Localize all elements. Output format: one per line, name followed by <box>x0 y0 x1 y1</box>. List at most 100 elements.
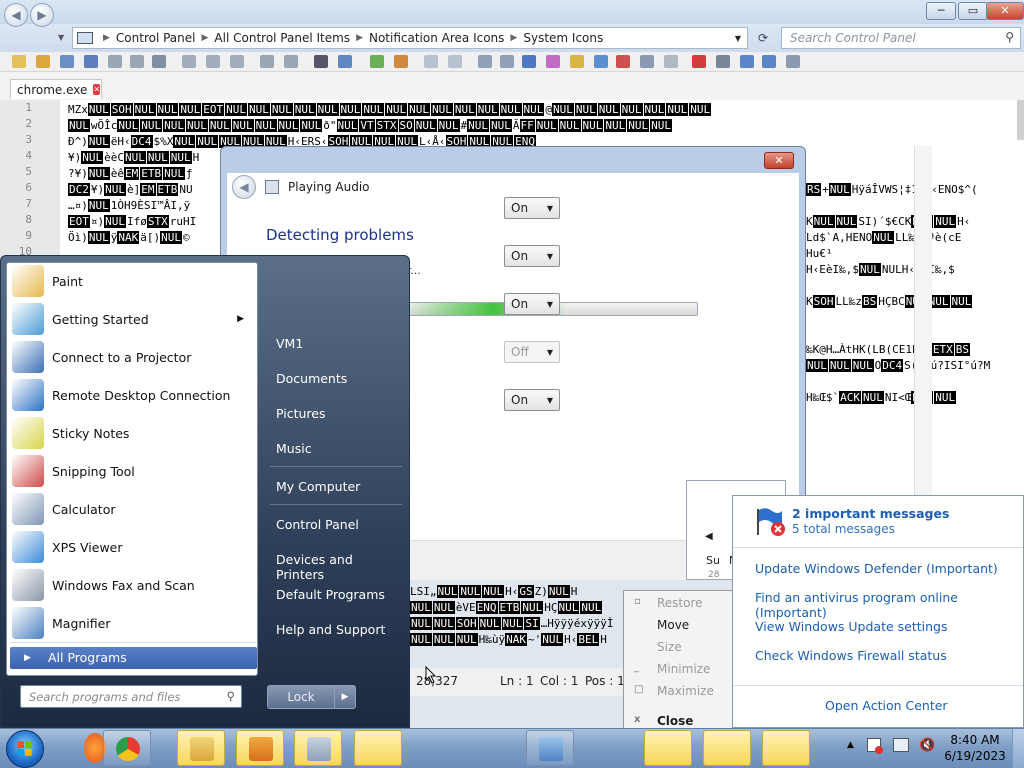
all-chars-icon[interactable] <box>500 55 514 68</box>
eye-icon[interactable] <box>664 55 678 68</box>
replace-icon[interactable] <box>338 55 352 68</box>
troubleshooter-back-icon[interactable]: ◀ <box>232 175 256 199</box>
action-center-link[interactable]: Check Windows Firewall status <box>755 648 947 663</box>
refresh-icon[interactable]: ⟳ <box>752 28 774 48</box>
tab-chrome-exe[interactable]: chrome.exe ✕ <box>10 79 102 99</box>
control-panel-taskbar-button[interactable] <box>526 730 574 766</box>
breadcrumb-notification-icons[interactable]: Notification Area Icons <box>369 31 504 45</box>
chrome-taskbar-button[interactable] <box>103 730 151 766</box>
copy-icon[interactable] <box>206 55 220 68</box>
start-place-vm1[interactable]: VM1 <box>268 328 408 358</box>
recent-pages-chevron-icon[interactable]: ▼ <box>58 33 64 42</box>
action-center-tray-icon[interactable] <box>867 738 883 754</box>
doc-map-icon[interactable] <box>570 55 584 68</box>
program-getting-started[interactable]: Getting Started ▶ <box>10 301 256 337</box>
calculator-taskbar-button[interactable] <box>294 730 342 766</box>
troubleshooter-close-button[interactable]: ✕ <box>764 152 794 169</box>
behavior-dropdown[interactable]: On ▼ <box>504 245 560 267</box>
indent-guide-icon[interactable] <box>522 55 536 68</box>
function-list-icon[interactable] <box>594 55 608 68</box>
address-dropdown-icon[interactable]: ▼ <box>735 34 741 43</box>
udl-icon[interactable] <box>546 55 560 68</box>
program-connect-to-a-projector[interactable]: Connect to a Projector <box>10 339 256 375</box>
start-button[interactable] <box>6 730 44 768</box>
word-wrap-icon[interactable] <box>478 55 492 68</box>
program-sticky-notes[interactable]: Sticky Notes <box>10 415 256 451</box>
monitoring-icon[interactable] <box>640 55 654 68</box>
show-desktop-button[interactable] <box>1012 729 1024 768</box>
breadcrumb-control-panel[interactable]: Control Panel <box>116 31 196 45</box>
start-place-documents[interactable]: Documents <box>268 363 408 393</box>
taskbar-button[interactable] <box>354 730 402 766</box>
taskbar-button[interactable] <box>762 730 810 766</box>
program-remote-desktop-connection[interactable]: Remote Desktop Connection <box>10 377 256 413</box>
paste-icon[interactable] <box>230 55 244 68</box>
calendar-date[interactable]: 28 <box>708 570 719 580</box>
folder-workspace-icon[interactable] <box>616 55 630 68</box>
program-paint[interactable]: Paint <box>10 263 256 299</box>
minimize-button[interactable]: ─ <box>926 2 956 20</box>
close-file-icon[interactable] <box>108 55 122 68</box>
action-center-title[interactable]: 2 important messages <box>792 506 949 521</box>
close-all-icon[interactable] <box>130 55 144 68</box>
address-bar[interactable]: ▶ Control Panel ▶ All Control Panel Item… <box>72 27 748 49</box>
back-arrow-icon[interactable]: ◀ <box>4 3 28 27</box>
save-all-icon[interactable] <box>84 55 98 68</box>
behavior-dropdown[interactable]: On ▼ <box>504 293 560 315</box>
record-macro-icon[interactable] <box>692 55 706 68</box>
behavior-dropdown[interactable]: On ▼ <box>504 197 560 219</box>
start-place-help-and-support[interactable]: Help and Support <box>268 614 408 644</box>
volume-muted-icon[interactable]: 🔇 <box>919 738 935 753</box>
start-place-default-programs[interactable]: Default Programs <box>268 579 408 609</box>
action-center-link[interactable]: Find an antivirus program online (Import… <box>755 590 1024 620</box>
start-place-pictures[interactable]: Pictures <box>268 398 408 428</box>
open-file-icon[interactable] <box>36 55 50 68</box>
find-icon[interactable] <box>314 55 328 68</box>
taskbar-clock[interactable]: 8:40 AM 6/19/2023 <box>944 732 1006 766</box>
shutdown-options-arrow-icon[interactable]: ▶ <box>334 685 356 709</box>
action-center-link[interactable]: Update Windows Defender (Important) <box>755 561 998 576</box>
start-place-music[interactable]: Music <box>268 433 408 463</box>
close-button[interactable]: ✕ <box>986 2 1024 20</box>
all-programs-button[interactable]: ▶ All Programs <box>10 647 257 669</box>
save-macro-icon[interactable] <box>786 55 800 68</box>
lock-button[interactable]: Lock <box>267 685 335 709</box>
open-action-center-link[interactable]: Open Action Center <box>825 698 948 713</box>
taskbar-button[interactable] <box>703 730 751 766</box>
breadcrumb-all-items[interactable]: All Control Panel Items <box>214 31 350 45</box>
program-xps-viewer[interactable]: XPS Viewer <box>10 529 256 565</box>
play-macro-icon[interactable] <box>740 55 754 68</box>
search-icon[interactable]: ⚲ <box>1005 30 1014 44</box>
calendar-prev-icon[interactable]: ◀ <box>705 531 713 542</box>
program-calculator[interactable]: Calculator <box>10 491 256 527</box>
explorer-taskbar-button[interactable] <box>177 730 225 766</box>
zoom-out-icon[interactable] <box>394 55 408 68</box>
context-menu-move[interactable]: Move <box>624 615 734 637</box>
action-center-link[interactable]: View Windows Update settings <box>755 619 948 634</box>
zoom-in-icon[interactable] <box>370 55 384 68</box>
start-place-devices-and-printers[interactable]: Devices and Printers <box>268 544 408 582</box>
forward-arrow-icon[interactable]: ▶ <box>30 3 54 27</box>
program-snipping-tool[interactable]: Snipping Tool <box>10 453 256 489</box>
system-icons-scrollbar[interactable] <box>914 146 932 506</box>
search-icon[interactable]: ⚲ <box>227 689 235 703</box>
cut-icon[interactable] <box>182 55 196 68</box>
new-file-icon[interactable] <box>12 55 26 68</box>
editor-scrollbar[interactable] <box>1017 100 1024 140</box>
breadcrumb-system-icons[interactable]: System Icons <box>523 31 603 45</box>
show-hidden-icons-icon[interactable]: ▲ <box>847 740 854 750</box>
print-icon[interactable] <box>152 55 166 68</box>
network-icon[interactable] <box>893 738 909 752</box>
program-windows-fax-and-scan[interactable]: Windows Fax and Scan <box>10 567 256 603</box>
media-taskbar-button[interactable] <box>236 730 284 766</box>
tab-close-icon[interactable]: ✕ <box>93 84 101 95</box>
undo-icon[interactable] <box>260 55 274 68</box>
stop-macro-icon[interactable] <box>716 55 730 68</box>
search-control-panel-input[interactable]: Search Control Panel ⚲ <box>781 27 1021 49</box>
start-place-control-panel[interactable]: Control Panel <box>268 509 408 539</box>
start-search-input[interactable]: Search programs and files ⚲ <box>20 685 242 708</box>
taskbar-button[interactable] <box>644 730 692 766</box>
maximize-button[interactable]: ▭ <box>958 2 988 20</box>
program-magnifier[interactable]: Magnifier <box>10 605 256 641</box>
save-icon[interactable] <box>60 55 74 68</box>
